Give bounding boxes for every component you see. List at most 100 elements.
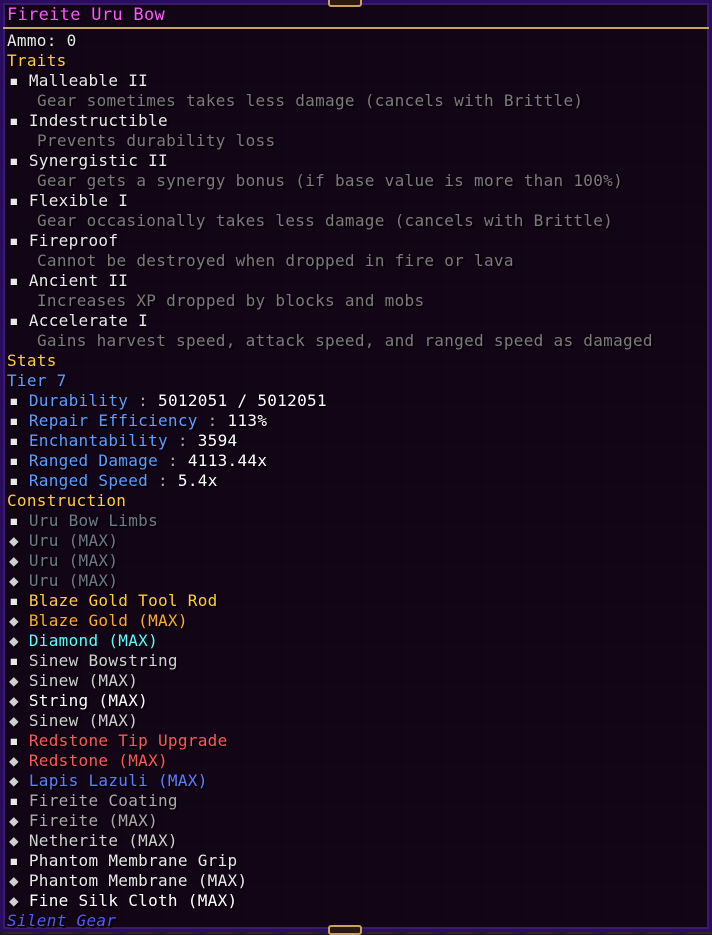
stat-line: ▪ Durability : 5012051 / 5012051 xyxy=(9,391,327,411)
bullet-icon: ▪ xyxy=(9,111,29,130)
material-line: ◆ Sinew (MAX) xyxy=(9,711,138,731)
material-line: ◆ Fine Silk Cloth (MAX) xyxy=(9,891,237,911)
material-line: ◆ Blaze Gold (MAX) xyxy=(9,611,188,631)
construction-header: Construction xyxy=(7,491,127,510)
material-line: ◆ Diamond (MAX) xyxy=(9,631,158,651)
bullet-icon: ▪ xyxy=(9,411,29,430)
material-name: Phantom Membrane (MAX) xyxy=(28,871,248,890)
bullet-icon: ▪ xyxy=(9,471,29,490)
trait-line: ▪ Ancient II xyxy=(9,271,128,291)
material-line: ◆ Phantom Membrane (MAX) xyxy=(9,871,247,891)
sub-bullet-icon: ◆ xyxy=(9,711,29,730)
stat-separator: : xyxy=(158,451,188,470)
stat-name: Ranged Speed xyxy=(28,471,149,490)
sub-bullet-icon: ◆ xyxy=(9,871,29,890)
stat-name: Durability xyxy=(28,391,129,410)
part-name: Uru Bow Limbs xyxy=(28,511,159,530)
bullet-icon: ▪ xyxy=(9,391,29,410)
trait-name: Accelerate I xyxy=(28,311,149,330)
stat-name: Ranged Damage xyxy=(28,451,159,470)
part-line: ▪ Sinew Bowstring xyxy=(9,651,178,671)
trait-description: Gear sometimes takes less damage (cancel… xyxy=(37,91,584,110)
material-line: ◆ Netherite (MAX) xyxy=(9,831,178,851)
material-line: ◆ Redstone (MAX) xyxy=(9,751,168,771)
bullet-icon: ▪ xyxy=(9,731,29,750)
material-name: Sinew (MAX) xyxy=(28,711,139,730)
trait-line: ▪ Accelerate I xyxy=(9,311,148,331)
bullet-icon: ▪ xyxy=(9,651,29,670)
material-name: Uru (MAX) xyxy=(28,531,119,550)
stat-line: ▪ Ranged Speed : 5.4x xyxy=(9,471,218,491)
sub-bullet-icon: ◆ xyxy=(9,531,29,550)
bullet-icon: ▪ xyxy=(9,431,29,450)
trait-line: ▪ Synergistic II xyxy=(9,151,168,171)
part-name: Sinew Bowstring xyxy=(28,651,178,670)
stat-line: ▪ Ranged Damage : 4113.44x xyxy=(9,451,267,471)
material-name: Netherite (MAX) xyxy=(28,831,178,850)
sub-bullet-icon: ◆ xyxy=(9,771,29,790)
trait-description: Cannot be destroyed when dropped in fire… xyxy=(37,251,514,270)
bullet-icon: ▪ xyxy=(9,851,29,870)
stat-separator: : xyxy=(167,431,198,450)
item-tooltip: Fireite Uru Bow Ammo: 0 Traits ▪ Malleab… xyxy=(0,0,712,935)
trait-description: Gains harvest speed, attack speed, and r… xyxy=(37,331,653,350)
trait-name: Malleable II xyxy=(28,71,149,90)
material-line: ◆ Uru (MAX) xyxy=(9,531,118,551)
trait-line: ▪ Flexible I xyxy=(9,191,128,211)
bullet-icon: ▪ xyxy=(9,311,29,330)
trait-line: ▪ Fireproof xyxy=(9,231,118,251)
material-line: ◆ Fireite (MAX) xyxy=(9,811,158,831)
material-line: ◆ Lapis Lazuli (MAX) xyxy=(9,771,208,791)
part-line: ▪ Phantom Membrane Grip xyxy=(9,851,237,871)
stat-line: ▪ Repair Efficiency : 113% xyxy=(9,411,267,431)
stat-name: Enchantability xyxy=(28,431,168,450)
bullet-icon: ▪ xyxy=(9,191,29,210)
material-line: ◆ Uru (MAX) xyxy=(9,571,118,591)
part-name: Blaze Gold Tool Rod xyxy=(28,591,218,610)
sub-bullet-icon: ◆ xyxy=(9,571,29,590)
title-divider xyxy=(3,27,709,29)
bullet-icon: ▪ xyxy=(9,271,29,290)
sub-bullet-icon: ◆ xyxy=(9,551,29,570)
bullet-icon: ▪ xyxy=(9,71,29,90)
stat-name: Repair Efficiency xyxy=(28,411,198,430)
bullet-icon: ▪ xyxy=(9,511,29,530)
part-line: ▪ Blaze Gold Tool Rod xyxy=(9,591,218,611)
trait-name: Indestructible xyxy=(28,111,168,130)
material-name: Blaze Gold (MAX) xyxy=(28,611,188,630)
material-line: ◆ Sinew (MAX) xyxy=(9,671,138,691)
sub-bullet-icon: ◆ xyxy=(9,611,29,630)
part-name: Fireite Coating xyxy=(28,791,178,810)
sub-bullet-icon: ◆ xyxy=(9,631,29,650)
material-name: Uru (MAX) xyxy=(28,571,119,590)
sub-bullet-icon: ◆ xyxy=(9,671,29,690)
trait-description: Gear gets a synergy bonus (if base value… xyxy=(37,171,624,190)
part-line: ▪ Redstone Tip Upgrade xyxy=(9,731,228,751)
part-line: ▪ Uru Bow Limbs xyxy=(9,511,158,531)
material-name: Fine Silk Cloth (MAX) xyxy=(28,891,238,910)
material-name: String (MAX) xyxy=(28,691,149,710)
stat-separator: : xyxy=(197,411,228,430)
part-line: ▪ Fireite Coating xyxy=(9,791,178,811)
ammo-count: Ammo: 0 xyxy=(7,31,77,50)
stat-separator: : xyxy=(128,391,159,410)
material-line: ◆ Uru (MAX) xyxy=(9,551,118,571)
stats-header: Stats xyxy=(7,351,57,370)
material-name: Sinew (MAX) xyxy=(28,671,139,690)
stat-value: 4113.44x xyxy=(187,451,268,470)
trait-description: Prevents durability loss xyxy=(37,131,276,150)
part-name: Redstone Tip Upgrade xyxy=(28,731,228,750)
material-line: ◆ String (MAX) xyxy=(9,691,148,711)
sub-bullet-icon: ◆ xyxy=(9,691,29,710)
material-name: Fireite (MAX) xyxy=(28,811,159,830)
traits-header: Traits xyxy=(7,51,67,70)
bullet-icon: ▪ xyxy=(9,791,29,810)
mod-name-footer: Silent Gear xyxy=(7,911,117,930)
material-name: Uru (MAX) xyxy=(28,551,119,570)
material-name: Lapis Lazuli (MAX) xyxy=(28,771,208,790)
trait-line: ▪ Indestructible xyxy=(9,111,168,131)
part-name: Phantom Membrane Grip xyxy=(28,851,238,870)
trait-description: Increases XP dropped by blocks and mobs xyxy=(37,291,425,310)
tooltip-top-ornament xyxy=(328,0,362,7)
stat-value: 5.4x xyxy=(177,471,218,490)
